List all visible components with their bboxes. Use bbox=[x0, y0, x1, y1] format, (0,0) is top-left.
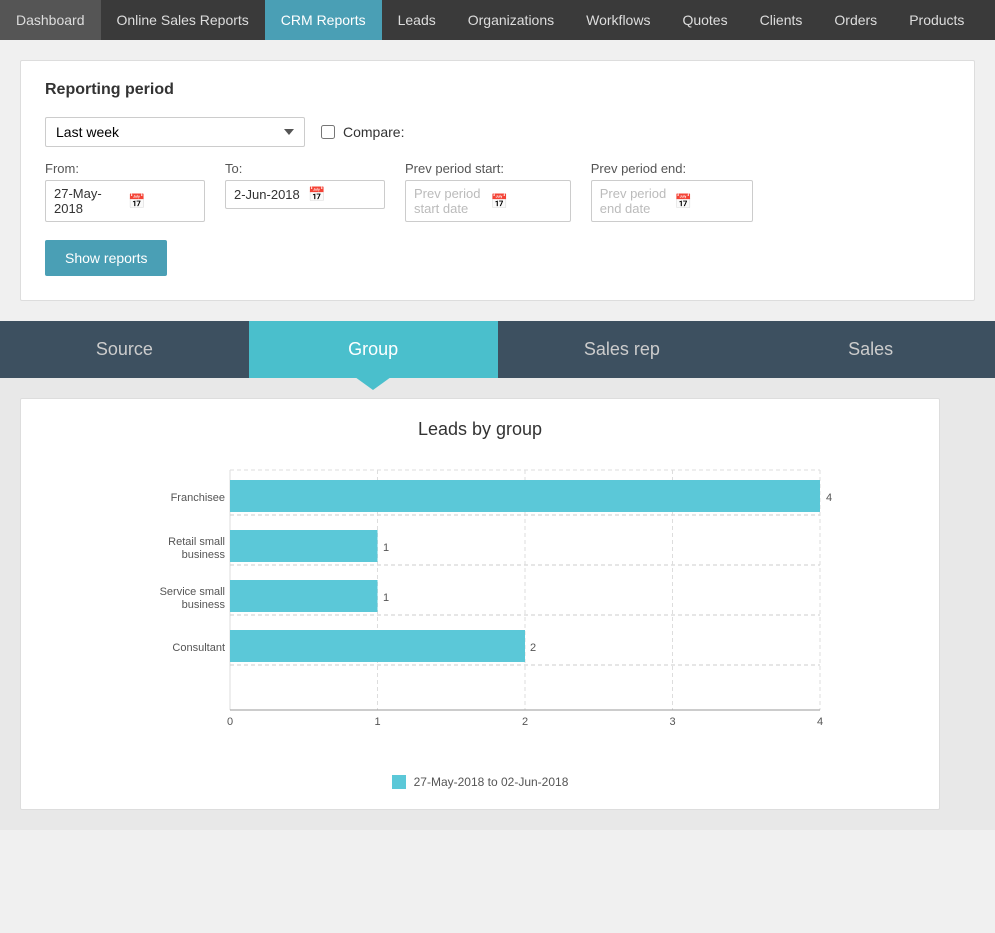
legend-color-swatch bbox=[392, 775, 406, 789]
x-tick-4: 4 bbox=[817, 716, 823, 728]
nav-workflows[interactable]: Workflows bbox=[570, 0, 666, 40]
chart-title: Leads by group bbox=[41, 419, 919, 440]
x-tick-1: 1 bbox=[374, 716, 380, 728]
prev-start-value: Prev period start date bbox=[414, 186, 485, 216]
compare-checkbox[interactable] bbox=[321, 125, 335, 139]
compare-group: Compare: bbox=[321, 124, 404, 140]
to-date-value: 2-Jun-2018 bbox=[234, 187, 302, 202]
prev-start-label: Prev period start: bbox=[405, 161, 571, 176]
prev-end-value: Prev period end date bbox=[600, 186, 669, 216]
chart-visual: 4 Franchisee 1 Retail small business 1 S… bbox=[41, 460, 919, 763]
bar-service-label-1: Service small bbox=[160, 586, 225, 598]
nav-clients[interactable]: Clients bbox=[744, 0, 819, 40]
tab-sales-rep[interactable]: Sales rep bbox=[498, 321, 747, 378]
to-date-input[interactable]: 2-Jun-2018 📅 bbox=[225, 180, 385, 209]
tab-group[interactable]: Group bbox=[249, 321, 498, 378]
show-reports-button[interactable]: Show reports bbox=[45, 240, 167, 276]
bar-service bbox=[230, 580, 378, 612]
bar-retail-label-1: Retail small bbox=[168, 536, 225, 548]
bar-franchisee bbox=[230, 480, 820, 512]
tab-source[interactable]: Source bbox=[0, 321, 249, 378]
bar-franchisee-value: 4 bbox=[826, 492, 832, 504]
prev-start-calendar-icon[interactable]: 📅 bbox=[491, 193, 562, 210]
to-calendar-icon[interactable]: 📅 bbox=[308, 186, 376, 203]
from-calendar-icon[interactable]: 📅 bbox=[128, 193, 196, 210]
bar-chart-svg: 4 Franchisee 1 Retail small business 1 S… bbox=[41, 460, 919, 760]
nav-orders[interactable]: Orders bbox=[818, 0, 893, 40]
from-date-input[interactable]: 27-May-2018 📅 bbox=[45, 180, 205, 222]
bar-retail-value: 1 bbox=[383, 542, 389, 554]
prev-end-calendar-icon[interactable]: 📅 bbox=[675, 193, 744, 210]
nav-online-sales-reports[interactable]: Online Sales Reports bbox=[101, 0, 265, 40]
x-tick-0: 0 bbox=[227, 716, 233, 728]
from-field: From: 27-May-2018 📅 bbox=[45, 161, 205, 222]
to-label: To: bbox=[225, 161, 385, 176]
nav-dashboard[interactable]: Dashboard bbox=[0, 0, 101, 40]
report-tabs: Source Group Sales rep Sales bbox=[0, 321, 995, 378]
from-label: From: bbox=[45, 161, 205, 176]
prev-end-field: Prev period end: Prev period end date 📅 bbox=[591, 161, 753, 222]
chart-legend: 27-May-2018 to 02-Jun-2018 bbox=[41, 775, 919, 789]
tab-sales[interactable]: Sales bbox=[746, 321, 995, 378]
bar-franchisee-label: Franchisee bbox=[171, 492, 225, 504]
x-tick-2: 2 bbox=[522, 716, 528, 728]
nav-quotes[interactable]: Quotes bbox=[666, 0, 743, 40]
bar-service-value: 1 bbox=[383, 592, 389, 604]
main-nav: Dashboard Online Sales Reports CRM Repor… bbox=[0, 0, 995, 40]
dates-row: From: 27-May-2018 📅 To: 2-Jun-2018 📅 Pre… bbox=[45, 161, 950, 222]
nav-leads[interactable]: Leads bbox=[382, 0, 452, 40]
legend-label: 27-May-2018 to 02-Jun-2018 bbox=[414, 775, 569, 789]
bar-consultant bbox=[230, 630, 525, 662]
bar-service-label-2: business bbox=[182, 599, 226, 611]
from-date-value: 27-May-2018 bbox=[54, 186, 122, 216]
bar-retail-label-2: business bbox=[182, 549, 226, 561]
period-selector-row: Last week This week Last month This mont… bbox=[45, 117, 950, 147]
x-tick-3: 3 bbox=[669, 716, 675, 728]
reporting-period-box: Reporting period Last week This week Las… bbox=[20, 60, 975, 301]
prev-end-input[interactable]: Prev period end date 📅 bbox=[591, 180, 753, 222]
prev-start-input[interactable]: Prev period start date 📅 bbox=[405, 180, 571, 222]
period-select[interactable]: Last week This week Last month This mont… bbox=[45, 117, 305, 147]
bar-consultant-value: 2 bbox=[530, 642, 536, 654]
compare-label: Compare: bbox=[343, 124, 404, 140]
to-field: To: 2-Jun-2018 📅 bbox=[225, 161, 385, 222]
nav-products[interactable]: Products bbox=[893, 0, 980, 40]
prev-end-label: Prev period end: bbox=[591, 161, 753, 176]
prev-start-field: Prev period start: Prev period start dat… bbox=[405, 161, 571, 222]
reporting-period-title: Reporting period bbox=[45, 81, 950, 99]
nav-crm-reports[interactable]: CRM Reports bbox=[265, 0, 382, 40]
bar-retail bbox=[230, 530, 378, 562]
bar-consultant-label: Consultant bbox=[172, 642, 225, 654]
nav-organizations[interactable]: Organizations bbox=[452, 0, 570, 40]
chart-box: Leads by group bbox=[20, 398, 940, 810]
chart-section: Leads by group bbox=[0, 378, 995, 830]
